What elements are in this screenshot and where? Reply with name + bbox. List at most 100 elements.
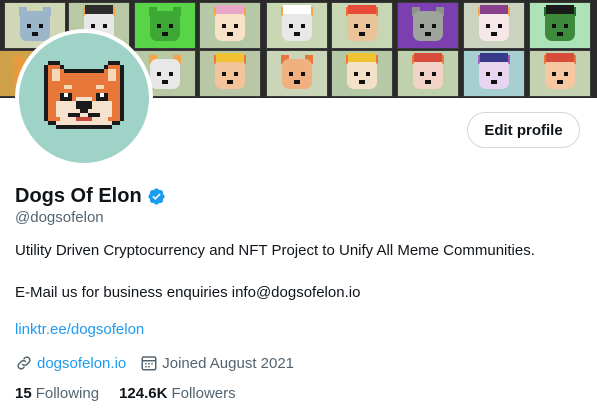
- tile-eye-r: [234, 72, 238, 76]
- tile-eye-l: [486, 72, 490, 76]
- edit-profile-button[interactable]: Edit profile: [467, 112, 580, 148]
- tile-eye-l: [157, 24, 161, 28]
- tile-hat: [546, 53, 574, 62]
- banner-dog-tile: [529, 2, 591, 49]
- followers-count: 124.6K: [119, 385, 168, 402]
- tile-face: [282, 11, 312, 42]
- tile-hat: [216, 5, 244, 14]
- tile-nose: [32, 32, 38, 36]
- tile-eye-l: [552, 72, 556, 76]
- tile-nose: [359, 80, 365, 84]
- tile-nose: [162, 80, 168, 84]
- tile-eye-l: [354, 72, 358, 76]
- banner-dog-tile: [331, 2, 393, 49]
- tile-hat: [348, 53, 376, 62]
- tile-nose: [162, 32, 168, 36]
- tile-eye-r: [301, 24, 305, 28]
- website-link[interactable]: dogsofelon.io: [37, 355, 126, 372]
- tile-eye-l: [222, 72, 226, 76]
- tile-nose: [557, 80, 563, 84]
- verified-badge-icon[interactable]: [147, 187, 166, 206]
- display-name: Dogs Of Elon: [15, 185, 142, 207]
- tile-eye-l: [27, 24, 31, 28]
- tile-eye-l: [91, 24, 95, 28]
- following-link[interactable]: 15 Following: [15, 385, 99, 402]
- follow-stats: 15 Following 124.6K Followers: [15, 385, 256, 402]
- tile-eye-r: [103, 24, 107, 28]
- tile-eye-r: [301, 72, 305, 76]
- tile-nose: [294, 80, 300, 84]
- banner-dog-tile: [199, 2, 261, 49]
- following-count: 15: [15, 385, 32, 402]
- banner-dog-tile: [266, 50, 328, 97]
- tile-eye-r: [234, 24, 238, 28]
- tile-eye-r: [39, 24, 43, 28]
- website-item: dogsofelon.io: [15, 354, 126, 372]
- tile-hat: [480, 53, 508, 62]
- tile-eye-r: [498, 72, 502, 76]
- shiba-dog-icon: [44, 61, 124, 129]
- following-label: Following: [35, 385, 100, 402]
- tile-face: [413, 59, 443, 90]
- tile-face: [215, 59, 245, 90]
- tile-hat: [85, 5, 113, 14]
- tile-face: [150, 59, 180, 90]
- tile-eye-l: [420, 72, 424, 76]
- tile-hat: [480, 5, 508, 14]
- profile-handle: @dogsofelon: [15, 209, 104, 226]
- tile-eye-l: [552, 24, 556, 28]
- tile-hat: [348, 5, 376, 14]
- tile-face: [413, 11, 443, 42]
- tile-face: [215, 11, 245, 42]
- tile-hat: [546, 5, 574, 14]
- tile-nose: [425, 80, 431, 84]
- bio-line-2: E-Mail us for business enquiries info@do…: [15, 284, 361, 301]
- tile-eye-l: [486, 24, 490, 28]
- banner-dog-tile: [397, 2, 459, 49]
- tile-nose: [557, 32, 563, 36]
- tile-eye-l: [354, 24, 358, 28]
- tile-nose: [491, 32, 497, 36]
- followers-link[interactable]: 124.6K Followers: [119, 385, 236, 402]
- profile-name-row: Dogs Of Elon: [15, 185, 166, 208]
- bio-line-1: Utility Driven Cryptocurrency and NFT Pr…: [15, 242, 535, 259]
- tile-hat: [283, 5, 311, 14]
- profile-avatar[interactable]: [15, 29, 153, 167]
- banner-dog-tile: [529, 50, 591, 97]
- tile-eye-r: [432, 72, 436, 76]
- tile-eye-r: [498, 24, 502, 28]
- tile-nose: [359, 32, 365, 36]
- tile-eye-r: [169, 24, 173, 28]
- banner-dog-tile: [397, 50, 459, 97]
- tile-face: [545, 59, 575, 90]
- tile-face: [479, 59, 509, 90]
- tile-eye-l: [289, 24, 293, 28]
- tile-eye-l: [157, 72, 161, 76]
- tile-eye-l: [289, 72, 293, 76]
- tile-eye-r: [432, 24, 436, 28]
- tile-face: [347, 11, 377, 42]
- link-icon: [17, 356, 31, 370]
- tile-face: [479, 11, 509, 42]
- joined-date: Joined August 2021: [162, 354, 295, 372]
- tile-face: [545, 11, 575, 42]
- tile-face: [150, 11, 180, 42]
- tile-eye-r: [366, 72, 370, 76]
- tile-hat: [216, 53, 244, 62]
- tile-hat: [414, 53, 442, 62]
- tile-nose: [294, 32, 300, 36]
- tile-eye-l: [222, 24, 226, 28]
- bio-link[interactable]: linktr.ee/dogsofelon: [15, 321, 144, 338]
- tile-eye-l: [420, 24, 424, 28]
- tile-eye-r: [564, 72, 568, 76]
- banner-dog-tile: [199, 50, 261, 97]
- banner-dog-tile: [266, 2, 328, 49]
- tile-eye-r: [564, 24, 568, 28]
- avatar-image: [19, 33, 149, 163]
- banner-dog-tile: [134, 2, 196, 49]
- tile-nose: [425, 32, 431, 36]
- banner-dog-tile: [463, 2, 525, 49]
- tile-nose: [491, 80, 497, 84]
- banner-dog-tile: [331, 50, 393, 97]
- tile-nose: [227, 80, 233, 84]
